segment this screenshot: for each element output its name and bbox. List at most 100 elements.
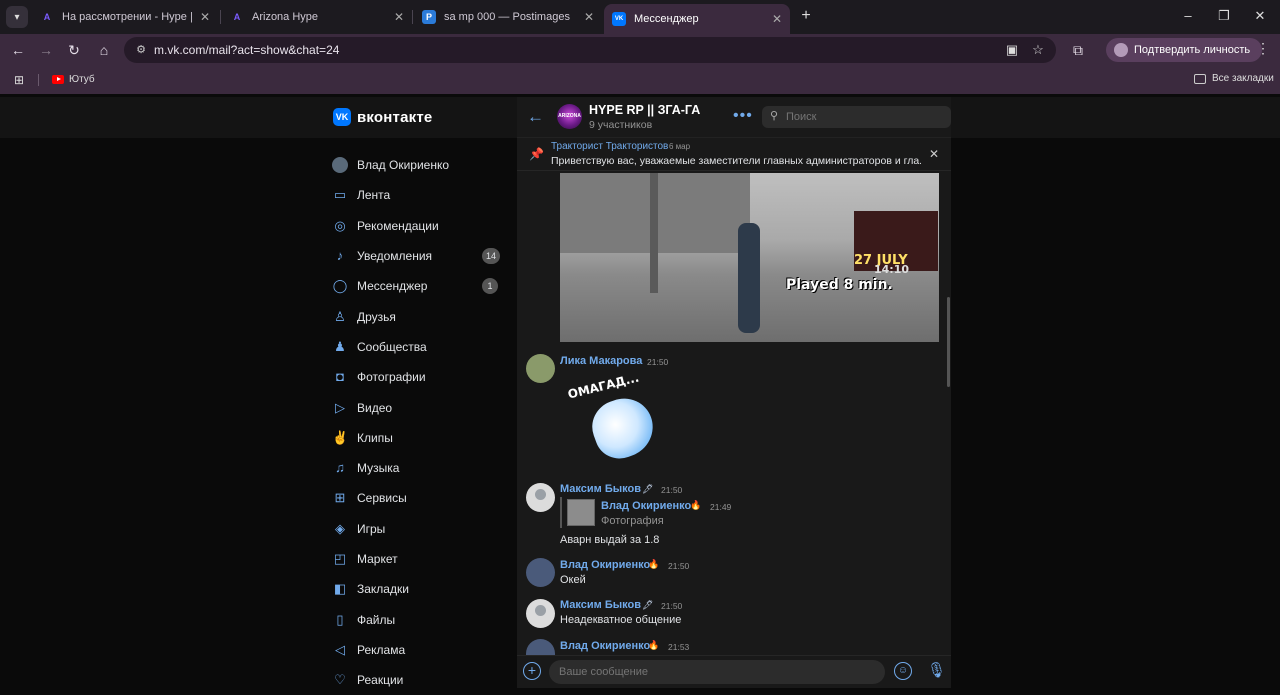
tab-arizona-hype[interactable]: A Arizona Hype ✕ bbox=[222, 4, 412, 30]
all-bookmarks-button[interactable]: Все закладки bbox=[1194, 73, 1274, 84]
close-window-button[interactable]: ✕ bbox=[1248, 6, 1272, 26]
microphone-icon[interactable]: 🎙 bbox=[927, 661, 946, 679]
sidebar-item-label: Файлы bbox=[357, 612, 396, 627]
left-sidebar: Влад Окириенко ▭ Лента ◎ Рекомендации ♪ … bbox=[330, 150, 510, 695]
profile-icon bbox=[1114, 43, 1128, 57]
photo-attachment[interactable]: 27 JULY 14:10 Played 8 min. bbox=[560, 173, 939, 342]
tab-messenger[interactable]: VK Мессенджер ✕ bbox=[604, 4, 790, 34]
pen-badge-icon: 🖋 bbox=[642, 484, 654, 494]
folder-icon bbox=[1194, 73, 1206, 84]
message-input-wrap[interactable] bbox=[549, 660, 885, 684]
close-icon[interactable]: ✕ bbox=[584, 10, 594, 24]
reload-icon[interactable]: ↻ bbox=[64, 40, 84, 60]
sidebar-item-files[interactable]: ▯ Файлы bbox=[330, 604, 510, 634]
sidebar-item-feed[interactable]: ▭ Лента bbox=[330, 180, 510, 210]
sidebar-item-games[interactable]: ◈ Игры bbox=[330, 514, 510, 544]
sidebar-item-photos[interactable]: ◘ Фотографии bbox=[330, 362, 510, 392]
sidebar-item-services[interactable]: ⊞ Сервисы bbox=[330, 483, 510, 513]
sidebar-item-communities[interactable]: ♟ Сообщества bbox=[330, 332, 510, 362]
avatar[interactable] bbox=[526, 639, 555, 655]
avatar[interactable] bbox=[526, 558, 555, 587]
site-info-icon[interactable]: ⚙ bbox=[134, 43, 148, 57]
tab-title: Arizona Hype bbox=[252, 11, 319, 23]
pinned-message[interactable]: 📌 Тракторист Трактористов 6 мар Приветст… bbox=[517, 138, 951, 171]
fire-badge-icon: 🔥 bbox=[690, 500, 702, 510]
message-text: Окей bbox=[560, 574, 586, 586]
sidebar-item-market[interactable]: ◰ Маркет bbox=[330, 544, 510, 574]
bookmark-star-icon[interactable]: ☆ bbox=[1030, 42, 1046, 58]
back-arrow-icon[interactable]: ← bbox=[527, 107, 544, 127]
maximize-button[interactable]: ❐ bbox=[1212, 6, 1236, 26]
extensions-icon[interactable]: ⧉ bbox=[1068, 40, 1088, 60]
tab-hype-review[interactable]: A На рассмотрении - Hype | Vla ✕ bbox=[32, 4, 218, 30]
sidebar-item-label: Фотографии bbox=[357, 370, 426, 385]
sidebar-item-profile[interactable]: Влад Окириенко bbox=[330, 150, 510, 180]
new-tab-button[interactable]: + bbox=[796, 6, 816, 26]
chat-scrollbar[interactable] bbox=[947, 297, 950, 387]
sidebar-item-friends[interactable]: ♙ Друзья bbox=[330, 301, 510, 331]
close-icon[interactable]: ✕ bbox=[200, 10, 210, 24]
sidebar-item-reactions[interactable]: ♡ Реакции bbox=[330, 665, 510, 695]
group-icon: ♟ bbox=[334, 338, 346, 354]
chat-title[interactable]: HYPE RP || ЗГА-ГА bbox=[589, 103, 700, 117]
avatar[interactable] bbox=[526, 483, 555, 512]
sidebar-item-ads[interactable]: ◁ Реклама bbox=[330, 635, 510, 665]
browser-toolbar: ← → ↻ ⌂ ⚙ m.vk.com/mail?act=show&chat=24… bbox=[0, 34, 1280, 66]
sidebar-item-recommendations[interactable]: ◎ Рекомендации bbox=[330, 211, 510, 241]
message-author[interactable]: Лика Макарова bbox=[560, 355, 642, 367]
sidebar-item-music[interactable]: ♫ Музыка bbox=[330, 453, 510, 483]
messenger-count-badge: 1 bbox=[482, 278, 498, 295]
avatar[interactable] bbox=[526, 599, 555, 628]
forwarded-author[interactable]: Влад Окириенко bbox=[601, 500, 691, 512]
search-input[interactable] bbox=[786, 106, 946, 128]
sidebar-item-notifications[interactable]: ♪ Уведомления 14 bbox=[330, 241, 510, 271]
pinned-date: 6 мар bbox=[669, 142, 691, 151]
sidebar-item-bookmarks[interactable]: ◧ Закладки bbox=[330, 574, 510, 604]
arrow-left-icon[interactable]: ← bbox=[8, 40, 28, 60]
install-app-icon[interactable]: ▣ bbox=[1004, 42, 1020, 58]
tab-search-button[interactable]: ▾ bbox=[6, 6, 28, 28]
message-author[interactable]: Влад Окириенко bbox=[560, 559, 650, 571]
apps-grid-icon[interactable]: ⊞ bbox=[14, 73, 28, 87]
chat-search[interactable]: ⚲ bbox=[762, 106, 951, 128]
minimize-button[interactable]: – bbox=[1176, 6, 1200, 26]
message-input[interactable] bbox=[559, 660, 879, 684]
tab-postimages[interactable]: P sa mp 000 — Postimages ✕ bbox=[414, 4, 602, 30]
message-author[interactable]: Максим Быков bbox=[560, 599, 641, 611]
chat-members-count[interactable]: 9 участников bbox=[589, 119, 652, 131]
vk-logo[interactable]: VK вконтакте bbox=[333, 108, 432, 126]
sidebar-item-label: Сервисы bbox=[357, 491, 407, 506]
sidebar-item-video[interactable]: ▷ Видео bbox=[330, 392, 510, 422]
message-time: 21:50 bbox=[668, 561, 690, 571]
message-author[interactable]: Влад Окириенко bbox=[560, 640, 650, 652]
message-time: 21:50 bbox=[661, 601, 683, 611]
arrow-right-icon[interactable]: → bbox=[36, 40, 56, 60]
bookmark-youtube[interactable]: Ютуб bbox=[52, 74, 95, 85]
address-bar[interactable]: ⚙ m.vk.com/mail?act=show&chat=24 ▣ ☆ bbox=[124, 37, 1056, 63]
home-icon[interactable]: ⌂ bbox=[94, 40, 114, 60]
avatar[interactable] bbox=[526, 354, 555, 383]
tab-title: На рассмотрении - Hype | Vla bbox=[62, 11, 194, 23]
emoji-icon[interactable]: ☺ bbox=[894, 662, 912, 680]
message-author[interactable]: Максим Быков bbox=[560, 483, 641, 495]
forwarded-photo-thumbnail[interactable] bbox=[567, 499, 595, 526]
attach-plus-icon[interactable]: + bbox=[523, 662, 541, 680]
sidebar-item-clips[interactable]: ✌ Клипы bbox=[330, 423, 510, 453]
compass-icon: ◎ bbox=[334, 217, 346, 233]
browser-menu-icon[interactable]: ⋮ bbox=[1256, 40, 1270, 57]
bag-icon: ◰ bbox=[333, 551, 347, 566]
postimages-favicon-icon: P bbox=[422, 10, 436, 24]
message-composer: + ☺ 🎙 bbox=[517, 655, 951, 688]
screenshot-time: 14:10 bbox=[874, 263, 910, 276]
sticker[interactable]: ОМАГАД... bbox=[565, 370, 662, 466]
close-icon[interactable]: ✕ bbox=[394, 10, 404, 24]
profile-verify-button[interactable]: Подтвердить личность bbox=[1106, 38, 1263, 62]
close-icon[interactable]: ✕ bbox=[929, 147, 939, 161]
vk-logo-text: вконтакте bbox=[357, 108, 433, 126]
chat-avatar[interactable]: ARIZONA bbox=[557, 104, 582, 129]
more-dots-icon[interactable]: ••• bbox=[733, 107, 753, 125]
pinned-author[interactable]: Тракторист Трактористов bbox=[551, 141, 668, 152]
sidebar-item-label: Сообщества bbox=[357, 339, 427, 354]
sidebar-item-messenger[interactable]: ◯ Мессенджер 1 bbox=[330, 271, 510, 301]
close-icon[interactable]: ✕ bbox=[772, 12, 782, 26]
